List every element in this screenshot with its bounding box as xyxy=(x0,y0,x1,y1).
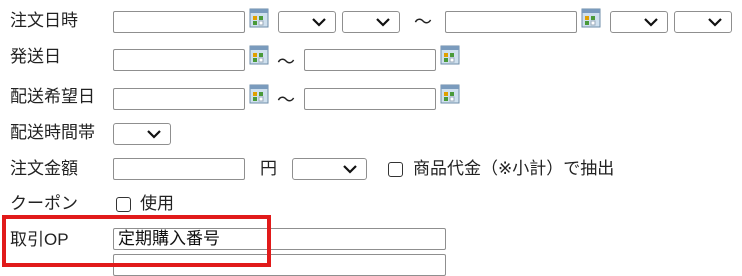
order-hour-to-select[interactable] xyxy=(610,11,668,33)
coupon-label: クーポン xyxy=(10,194,78,213)
ship-date-from-input[interactable] xyxy=(113,49,245,71)
subtotal-checkbox[interactable] xyxy=(388,162,403,177)
calendar-icon[interactable] xyxy=(581,8,601,28)
desired-date-from-input[interactable] xyxy=(113,88,245,110)
order-date-to-input[interactable] xyxy=(445,11,577,33)
delivery-time-slot-label: 配送時間帯 xyxy=(10,123,95,142)
amount-condition-select[interactable] xyxy=(292,158,367,180)
ship-date-label: 発送日 xyxy=(10,47,61,66)
coupon-use-checkbox[interactable] xyxy=(116,197,131,212)
chevron-down-icon xyxy=(644,18,658,27)
desired-delivery-date-label: 配送希望日 xyxy=(10,87,95,106)
calendar-icon[interactable] xyxy=(249,45,269,65)
order-hour-from-select[interactable] xyxy=(278,11,336,33)
calendar-icon[interactable] xyxy=(440,45,460,65)
desired-date-to-input[interactable] xyxy=(304,88,436,110)
coupon-use-label: 使用 xyxy=(140,194,174,213)
order-amount-input[interactable] xyxy=(113,158,245,180)
chevron-down-icon xyxy=(708,18,722,27)
order-amount-label: 注文金額 xyxy=(10,159,78,178)
order-date-from-input[interactable] xyxy=(113,11,245,33)
range-separator: ～ xyxy=(277,52,295,72)
order-datetime-label: 注文日時 xyxy=(10,11,78,30)
order-minute-to-select[interactable] xyxy=(674,11,732,33)
chevron-down-icon xyxy=(343,165,357,174)
ship-date-to-input[interactable] xyxy=(304,49,436,71)
calendar-icon[interactable] xyxy=(249,8,269,28)
order-minute-from-select[interactable] xyxy=(342,11,400,33)
currency-unit: 円 xyxy=(260,159,277,178)
chevron-down-icon xyxy=(147,130,161,139)
calendar-icon[interactable] xyxy=(440,84,460,104)
range-separator: ～ xyxy=(414,12,432,32)
calendar-icon[interactable] xyxy=(249,84,269,104)
chevron-down-icon xyxy=(312,18,326,27)
range-separator: ～ xyxy=(277,90,295,110)
highlight-box xyxy=(2,215,271,267)
delivery-time-slot-select[interactable] xyxy=(113,123,171,145)
subtotal-checkbox-label: 商品代金（※小計）で抽出 xyxy=(413,159,615,178)
chevron-down-icon xyxy=(376,18,390,27)
